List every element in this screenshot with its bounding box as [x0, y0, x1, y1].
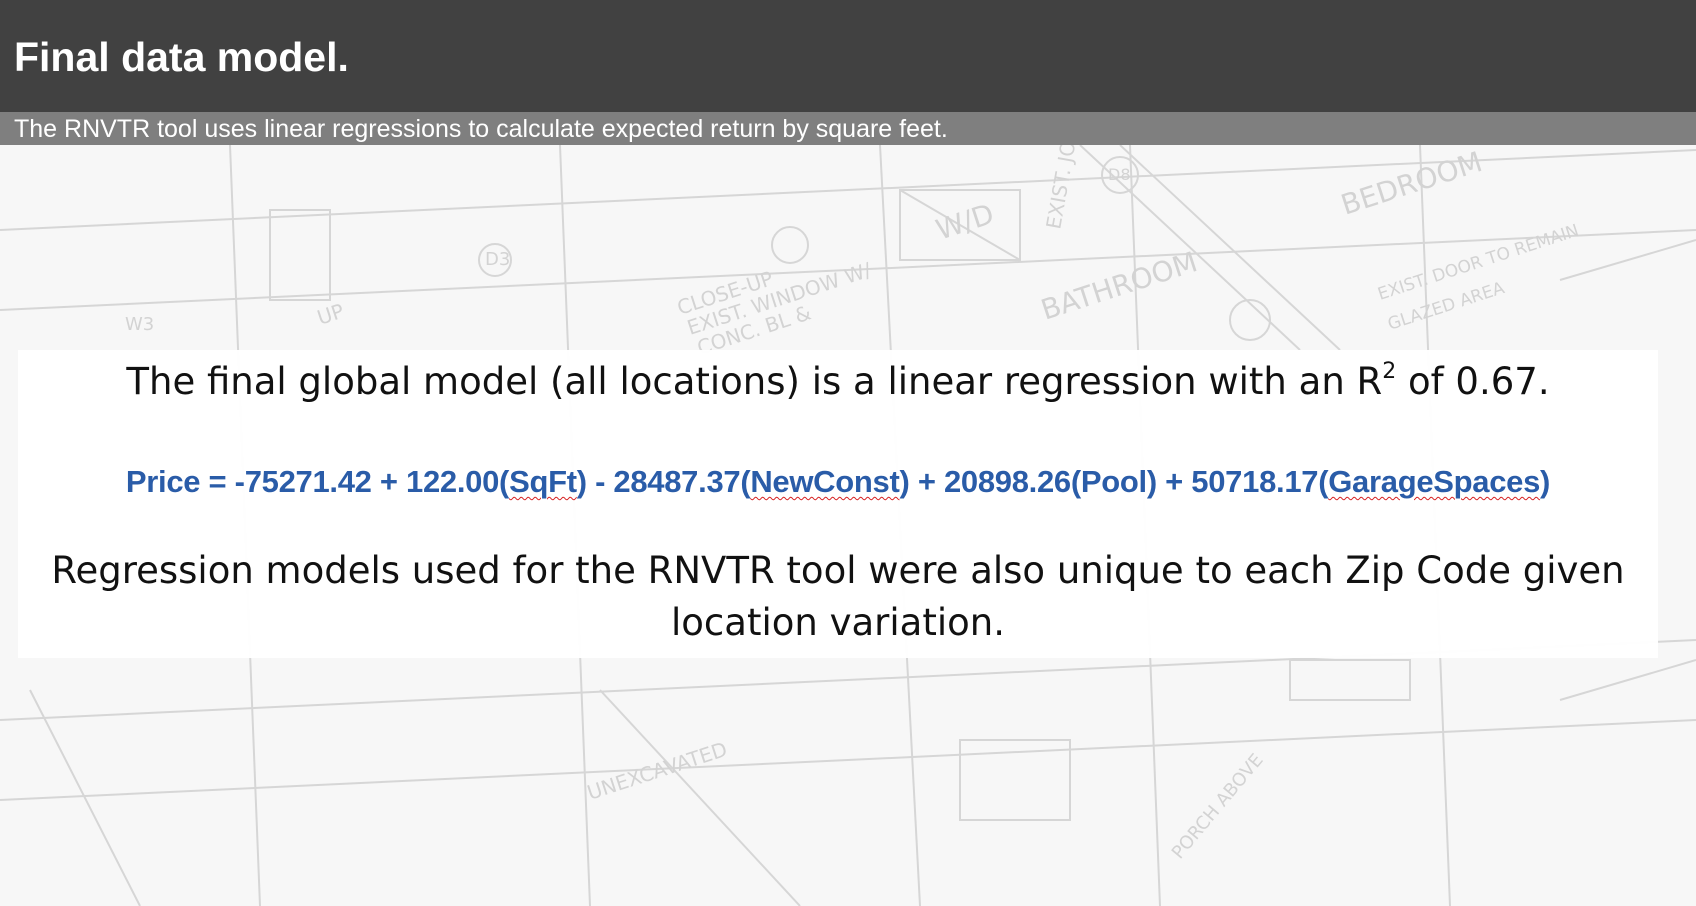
svg-text:W/D: W/D — [932, 197, 998, 247]
content-panel: The final global model (all locations) i… — [18, 350, 1658, 658]
svg-text:PORCH ABOVE: PORCH ABOVE — [1168, 750, 1268, 863]
svg-text:BEDROOM: BEDROOM — [1337, 145, 1486, 222]
equation-part3: ) + 20898.26(Pool) + 50718.17( — [899, 464, 1329, 499]
svg-text:W3: W3 — [125, 314, 154, 335]
model-summary: The final global model (all locations) i… — [18, 360, 1658, 403]
equation-end: ) — [1540, 464, 1551, 499]
model-summary-prefix: The final global model (all locations) i… — [126, 360, 1383, 403]
r-squared-superscript: 2 — [1382, 359, 1397, 384]
equation-start: Price = -75271.42 + 122.00( — [125, 464, 510, 499]
svg-text:UP: UP — [314, 299, 347, 330]
model-summary-suffix: of 0.67. — [1396, 360, 1550, 403]
slide-title: Final data model. — [14, 34, 349, 80]
slide-subtitle: The RNVTR tool uses linear regressions t… — [14, 115, 948, 143]
equation-var-newconst: NewConst — [750, 464, 900, 499]
zip-code-note: Regression models used for the RNVTR too… — [51, 549, 1625, 644]
subtitle-bar: The RNVTR tool uses linear regressions t… — [0, 112, 1696, 145]
svg-text:D3: D3 — [485, 249, 510, 270]
regression-equation: Price = -75271.42 + 122.00(SqFt) - 28487… — [18, 464, 1658, 500]
equation-var-garagespaces: GarageSpaces — [1328, 464, 1541, 499]
slide: BEDROOM BATHROOM W/D CLOSE-UP EXIST. WIN… — [0, 0, 1696, 906]
equation-var-sqft: SqFt — [509, 464, 577, 499]
title-bar: Final data model. — [0, 0, 1696, 112]
svg-text:D8: D8 — [1108, 165, 1131, 184]
equation-part2: ) - 28487.37( — [576, 464, 751, 499]
